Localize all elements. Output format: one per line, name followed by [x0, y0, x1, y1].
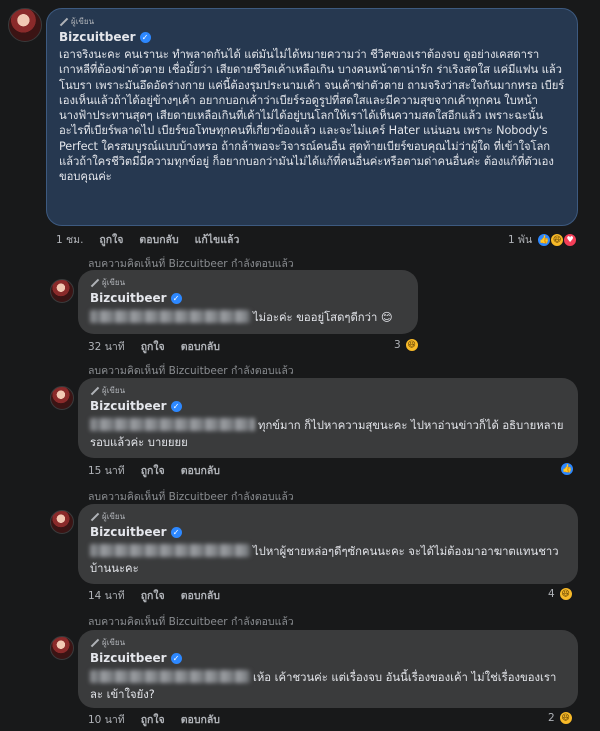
like-reaction-icon: 👍	[560, 462, 574, 476]
like-button[interactable]: ถูกใจ	[141, 462, 165, 479]
reaction-count: 4	[548, 588, 555, 600]
author-name[interactable]: Bizcuitbeer	[90, 525, 167, 539]
reply-button[interactable]: ตอบกลับ	[139, 231, 178, 248]
author-name-row: Bizcuitbeer ✓	[90, 649, 566, 667]
reply-context-note: ลบความคิดเห็นที่ Bizcuitbeer กำลังตอบแล้…	[88, 616, 294, 628]
redacted-mention	[90, 310, 250, 323]
reply-text: ไปหาผู้ชายหล่อๆดีๆซักคนนะคะ จะได้ไม่ต้อง…	[90, 543, 566, 577]
comment-time[interactable]: 10 นาที	[88, 711, 125, 728]
reply-actions: 15 นาที ถูกใจ ตอบกลับ	[88, 463, 236, 477]
edited-label[interactable]: แก้ไขแล้ว	[195, 231, 240, 248]
reply-reactions[interactable]: 4 😆	[548, 587, 573, 601]
reply-context-note: ลบความคิดเห็นที่ Bizcuitbeer กำลังตอบแล้…	[88, 491, 294, 503]
redacted-mention	[90, 544, 250, 557]
reply-bubble: ผู้เขียน Bizcuitbeer ✓ ไปหาผู้ชายหล่อๆดี…	[78, 504, 578, 584]
reply-text-content: ไม่อะค่ะ ขออยู่โสดๆดีกว่า 😊	[253, 311, 393, 324]
main-comment-text: เอาจริงนะคะ คนเรานะ ทำพลาดกันได้ แต่มันไ…	[59, 48, 565, 184]
comment-time[interactable]: 14 นาที	[88, 587, 125, 604]
reply-avatar[interactable]	[50, 279, 74, 303]
author-name-row: Bizcuitbeer ✓	[90, 397, 566, 415]
reply-reactions[interactable]: 👍	[558, 462, 574, 476]
author-badge-label: ผู้เขียน	[102, 278, 126, 287]
reply-button[interactable]: ตอบกลับ	[181, 462, 220, 479]
reply-bubble: ผู้เขียน Bizcuitbeer ✓ ไม่อะค่ะ ขออยู่โส…	[78, 270, 418, 334]
reply-bubble: ผู้เขียน Bizcuitbeer ✓ ทุกข์มาก ก็ไปหาคว…	[78, 378, 578, 458]
reply-button[interactable]: ตอบกลับ	[181, 711, 220, 728]
haha-reaction-icon: 😆	[404, 338, 419, 352]
main-reactions[interactable]: 1 พัน 👍 😆 ♥	[508, 231, 578, 248]
pencil-icon	[90, 638, 99, 647]
pencil-icon	[90, 386, 99, 395]
like-button[interactable]: ถูกใจ	[99, 231, 123, 248]
author-name[interactable]: Bizcuitbeer	[90, 399, 167, 413]
author-badge-label: ผู้เขียน	[71, 17, 95, 26]
redacted-mention	[90, 418, 255, 431]
reply-reactions[interactable]: 3 😆	[394, 338, 419, 352]
reply-text: ทุกข์มาก ก็ไปหาความสุขนะคะ ไปหาอ่านข่าวก…	[90, 417, 566, 451]
like-reaction-icon: 👍	[537, 232, 552, 247]
verified-icon: ✓	[170, 292, 182, 304]
author-avatar[interactable]	[8, 8, 42, 42]
reply-avatar[interactable]	[50, 386, 74, 410]
haha-reaction-icon: 😆	[558, 587, 573, 601]
reply-actions: 32 นาที ถูกใจ ตอบกลับ	[88, 339, 236, 353]
comment-time[interactable]: 32 นาที	[88, 338, 125, 355]
author-name[interactable]: Bizcuitbeer	[90, 291, 167, 305]
author-name[interactable]: Bizcuitbeer	[90, 651, 167, 665]
like-button[interactable]: ถูกใจ	[141, 587, 165, 604]
main-comment-actions: 1 ชม. ถูกใจ ตอบกลับ แก้ไขแล้ว	[56, 232, 255, 246]
author-name-row: Bizcuitbeer ✓	[59, 28, 565, 46]
author-badge: ผู้เขียน	[90, 636, 566, 649]
like-button[interactable]: ถูกใจ	[141, 711, 165, 728]
reaction-count: 1 พัน	[508, 234, 533, 246]
author-name-row: Bizcuitbeer ✓	[90, 289, 406, 307]
reply-reactions[interactable]: 2 😆	[548, 711, 573, 725]
verified-icon: ✓	[139, 31, 151, 43]
reply-avatar[interactable]	[50, 636, 74, 660]
verified-icon: ✓	[170, 652, 182, 664]
author-badge: ผู้เขียน	[90, 384, 566, 397]
author-badge-label: ผู้เขียน	[102, 638, 126, 647]
verified-icon: ✓	[170, 400, 182, 412]
author-badge: ผู้เขียน	[90, 276, 406, 289]
comment-thread: ผู้เขียน Bizcuitbeer ✓ เอาจริงนะคะ คนเรา…	[0, 0, 600, 731]
author-badge-label: ผู้เขียน	[102, 386, 126, 395]
comment-time[interactable]: 15 นาที	[88, 462, 125, 479]
author-name[interactable]: Bizcuitbeer	[59, 30, 136, 44]
reply-bubble: ผู้เขียน Bizcuitbeer ✓ เห้อ เค้าชวนค่ะ แ…	[78, 630, 578, 708]
reply-text: เห้อ เค้าชวนค่ะ แต่เรื่องจบ อันนี้เรื่อง…	[90, 669, 566, 703]
reply-text: ไม่อะค่ะ ขออยู่โสดๆดีกว่า 😊	[90, 309, 406, 326]
love-reaction-icon: ♥	[563, 232, 578, 247]
like-button[interactable]: ถูกใจ	[141, 338, 165, 355]
reply-actions: 10 นาที ถูกใจ ตอบกลับ	[88, 712, 236, 726]
reaction-count: 3	[394, 339, 401, 351]
author-badge: ผู้เขียน	[90, 510, 566, 523]
reply-button[interactable]: ตอบกลับ	[181, 338, 220, 355]
redacted-mention	[90, 670, 250, 683]
pencil-icon	[90, 278, 99, 287]
main-comment-bubble: ผู้เขียน Bizcuitbeer ✓ เอาจริงนะคะ คนเรา…	[46, 8, 578, 226]
haha-reaction-icon: 😆	[558, 711, 573, 725]
reply-actions: 14 นาที ถูกใจ ตอบกลับ	[88, 588, 236, 602]
pencil-icon	[59, 17, 68, 26]
comment-time[interactable]: 1 ชม.	[56, 231, 83, 248]
verified-icon: ✓	[170, 526, 182, 538]
author-badge-label: ผู้เขียน	[102, 512, 126, 521]
author-badge: ผู้เขียน	[59, 15, 565, 28]
reply-avatar[interactable]	[50, 510, 74, 534]
reply-button[interactable]: ตอบกลับ	[181, 587, 220, 604]
reply-context-note: ลบความคิดเห็นที่ Bizcuitbeer กำลังตอบแล้…	[88, 258, 294, 270]
author-name-row: Bizcuitbeer ✓	[90, 523, 566, 541]
reply-context-note: ลบความคิดเห็นที่ Bizcuitbeer กำลังตอบแล้…	[88, 365, 294, 377]
pencil-icon	[90, 512, 99, 521]
reaction-count: 2	[548, 712, 555, 724]
haha-reaction-icon: 😆	[550, 232, 565, 247]
